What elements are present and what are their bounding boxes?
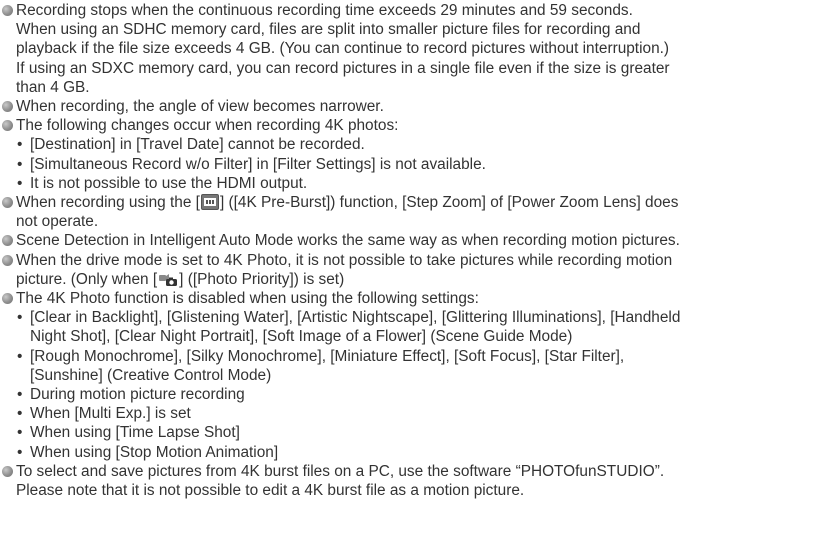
sub-item-text: It is not possible to use the HDMI outpu… [30,174,308,192]
notes-list: Recording stops when the continuous reco… [0,1,834,500]
note-scene-detection: Scene Detection in Intelligent Auto Mode… [0,231,834,250]
sub-item-text: Night Shot], [Clear Night Portrait], [So… [30,328,573,346]
sub-item: • When using [Time Lapse Shot] [0,423,834,442]
note-text-line: When recording, the angle of view become… [16,98,384,116]
note-text-line: picture. (Only when [ ] ([Photo Priority]… [16,270,834,289]
sub-item: • [Destination] in [Travel Date] cannot … [0,135,834,154]
note-text-line: The 4K Photo function is disabled when u… [16,290,479,308]
4k-pre-burst-icon [200,194,219,211]
sub-bullet-icon: • [17,309,23,327]
sub-item-text: [Clear in Backlight], [Glistening Water]… [30,309,681,327]
note-text-line: The following changes occur when recordi… [16,117,399,135]
bullet-dot-icon [2,254,13,266]
sub-bullet-icon: • [17,347,23,365]
note-text-line: When the drive mode is set to 4K Photo, … [16,251,673,269]
bullet-dot-icon [2,197,13,209]
note-photofunstudio: To select and save pictures from 4K burs… [0,462,834,500]
note-4k-changes: The following changes occur when recordi… [0,116,834,135]
note-drive-mode: When the drive mode is set to 4K Photo, … [0,251,834,289]
photo-priority-icon [158,273,178,287]
sub-item-text: When [Multi Exp.] is set [30,405,191,423]
sub-item: • It is not possible to use the HDMI out… [0,174,834,193]
sub-bullet-icon: • [17,174,23,192]
bullet-dot-icon [2,465,13,477]
sub-bullet-icon: • [17,405,23,423]
sub-bullet-icon: • [17,155,23,173]
sub-item: • [Clear in Backlight], [Glistening Wate… [0,308,834,346]
sub-item: • [Rough Monochrome], [Silky Monochrome]… [0,347,834,385]
sub-item-text: During motion picture recording [30,386,245,404]
note-text-line: When using an SDHC memory card, files ar… [16,21,641,39]
sub-item: • [Simultaneous Record w/o Filter] in [F… [0,155,834,174]
note-text-line: To select and save pictures from 4K burs… [16,462,665,480]
note-text-line: When recording using the [ ] ([4K Pre-Bur… [16,193,834,212]
sub-bullet-icon: • [17,424,23,442]
sub-item: • During motion picture recording [0,385,834,404]
note-text-fragment: ] ([Photo Priority]) is set) [179,270,345,288]
sub-item-text: [Destination] in [Travel Date] cannot be… [30,136,365,154]
sub-item: • When using [Stop Motion Animation] [0,443,834,462]
note-text-fragment: picture. (Only when [ [16,270,158,288]
bullet-dot-icon [2,101,13,113]
note-text-fragment: ] ([4K Pre-Burst]) function, [Step Zoom]… [219,194,679,212]
note-angle-of-view: When recording, the angle of view become… [0,97,834,116]
bullet-dot-icon [2,120,13,132]
note-4k-disabled: The 4K Photo function is disabled when u… [0,289,834,308]
note-text-fragment: When recording using the [ [16,194,200,212]
note-text-line: playback if the file size exceeds 4 GB. … [16,40,670,58]
note-text-line: not operate. [16,213,99,231]
bullet-dot-icon [2,5,13,16]
note-text-line: If using an SDXC memory card, you can re… [16,59,670,77]
note-continuous-recording: Recording stops when the continuous reco… [0,1,834,97]
note-text-line: Scene Detection in Intelligent Auto Mode… [16,232,680,250]
sub-bullet-icon: • [17,386,23,404]
note-pre-burst-zoom: When recording using the [ ] ([4K Pre-Bur… [0,193,834,231]
note-text-line: Please note that it is not possible to e… [16,482,525,500]
sub-item-text: When using [Time Lapse Shot] [30,424,240,442]
bullet-dot-icon [2,235,13,247]
sub-bullet-icon: • [17,136,23,154]
note-text-line: Recording stops when the continuous reco… [16,2,633,19]
bullet-dot-icon [2,293,13,305]
sub-item: • When [Multi Exp.] is set [0,404,834,423]
manual-page: Recording stops when the continuous reco… [0,0,834,557]
sub-bullet-icon: • [17,443,23,461]
sub-item-text: [Sunshine] (Creative Control Mode) [30,366,272,384]
sub-item-text: [Rough Monochrome], [Silky Monochrome], … [30,347,625,365]
sub-item-text: When using [Stop Motion Animation] [30,443,279,461]
sub-item-text: [Simultaneous Record w/o Filter] in [Fil… [30,155,486,173]
note-text-line: than 4 GB. [16,78,90,96]
